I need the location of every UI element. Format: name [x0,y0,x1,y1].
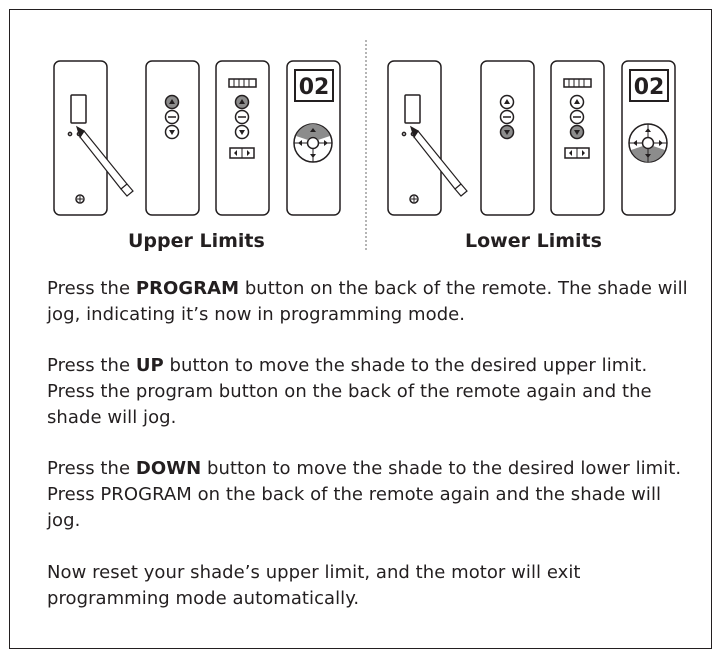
remote-single-channel-upper [145,60,200,216]
display-readout-lower: 02 [634,75,665,100]
remote-single-channel-lower [480,60,535,216]
lower-limits-label: Lower Limits [465,230,602,252]
remote-multi-channel-lower [550,60,605,216]
instruction-step-2: Press the UP button to move the shade to… [47,355,652,428]
upper-limits-label: Upper Limits [128,230,265,252]
instruction-step-1: Press the PROGRAM button on the back of … [47,278,688,325]
display-readout-upper: 02 [299,75,330,100]
remote-multi-channel-upper [215,60,270,216]
instruction-step-3: Press the DOWN button to move the shade … [47,458,682,531]
instruction-step-4: Now reset your shade’s upper limit, and … [47,562,581,609]
panel-divider [365,40,367,250]
remote-illustrations: 02 02 [53,60,676,216]
